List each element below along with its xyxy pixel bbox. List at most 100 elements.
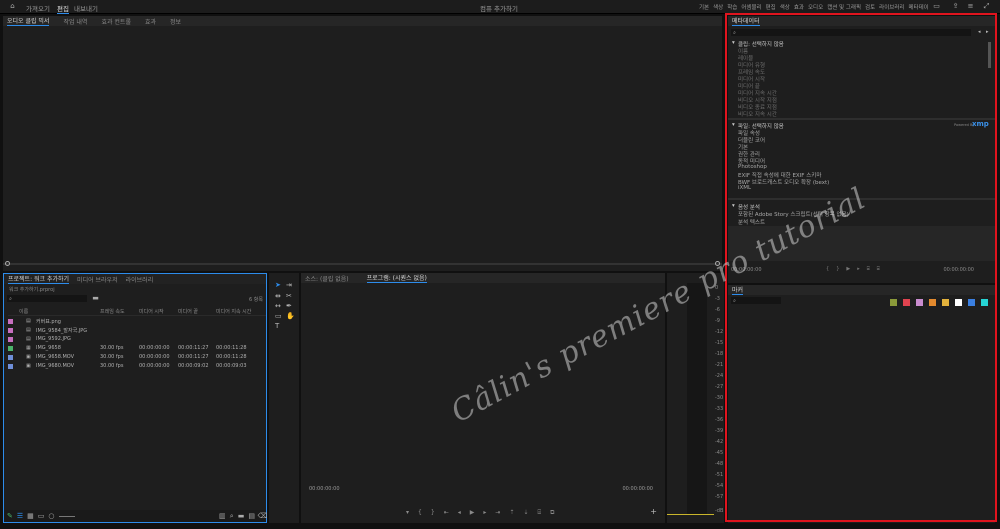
freeform-view-icon[interactable]: ▭ — [38, 512, 45, 520]
button-editor-icon[interactable]: + — [650, 507, 657, 516]
step-forward-icon[interactable]: ▸ — [483, 509, 486, 517]
tab-info[interactable]: 정보 — [170, 17, 181, 26]
col-name[interactable]: 이름 — [19, 308, 28, 315]
hand-tool-icon[interactable]: ✋ — [286, 312, 295, 320]
export-frame-icon[interactable]: ⌸ — [537, 509, 541, 517]
clip-section-toggle[interactable]: ▾ — [732, 40, 735, 46]
zoom-slider[interactable] — [58, 515, 75, 517]
menu-icon[interactable]: ≡ — [967, 3, 974, 10]
mark-out-icon[interactable]: } — [431, 509, 435, 517]
marker-color-swatch[interactable] — [981, 299, 988, 306]
table-row[interactable]: ▣ IMG_9680.MOV 30.00 fps 00:00:00:00 00:… — [8, 362, 270, 371]
marker-search-input[interactable]: ⌕ — [731, 297, 781, 304]
workspace-tab[interactable]: 기본 — [699, 3, 709, 11]
mark-in-icon[interactable]: { — [418, 509, 422, 517]
marker-color-swatch[interactable] — [929, 299, 936, 306]
track-select-icon[interactable]: ⇥ — [286, 281, 292, 289]
col-media-start[interactable]: 미디어 시작 — [139, 308, 164, 315]
type-tool-icon[interactable]: T — [275, 322, 279, 330]
workspace-tab[interactable]: 효과 — [794, 3, 804, 11]
new-bin-icon[interactable]: ▬ — [92, 295, 99, 302]
project-search-input[interactable]: ⌕ — [7, 295, 87, 302]
col-media-end[interactable]: 미디어 끝 — [178, 308, 198, 315]
clear-icon[interactable]: ⌫ — [258, 512, 268, 520]
pencil-icon[interactable]: ✎ — [7, 512, 13, 520]
table-row[interactable]: ▣ IMG_9658.MOV 30.00 fps 00:00:00:00 00:… — [8, 353, 270, 362]
zoom-out-icon[interactable]: ○ — [48, 512, 54, 520]
workspace-tab[interactable]: 검토 — [865, 3, 875, 11]
ripple-edit-icon[interactable]: ⇹ — [275, 292, 281, 300]
razor-icon[interactable]: ✂ — [286, 292, 292, 300]
marker-color-swatch[interactable] — [916, 299, 923, 306]
tab-source[interactable]: 소스: (클립 없음) — [305, 274, 349, 283]
label-swatch[interactable] — [8, 319, 13, 324]
workspace-tab[interactable]: 오디오 — [808, 3, 823, 11]
find-icon[interactable]: ⌕ — [230, 512, 234, 520]
tab-metadata[interactable]: 메타데이터 — [732, 16, 760, 26]
marker-color-swatch[interactable] — [942, 299, 949, 306]
share-icon[interactable]: ⇪ — [952, 3, 959, 10]
prev-arrow-icon[interactable]: ◂ — [978, 29, 981, 35]
add-marker-icon[interactable]: ▾ — [406, 509, 409, 517]
tab-effects[interactable]: 효과 — [145, 17, 156, 26]
label-swatch[interactable] — [8, 328, 13, 333]
automate-icon[interactable]: ▥ — [219, 512, 226, 520]
tab-markers[interactable]: 마커 — [732, 285, 744, 295]
source-scrollbar[interactable] — [3, 263, 722, 265]
selection-tool-icon[interactable]: ➤ — [275, 281, 281, 289]
icon-view-icon[interactable]: ▦ — [27, 512, 34, 520]
table-row[interactable]: ▤ IMG_9592.JPG — [8, 335, 270, 344]
go-to-out-icon[interactable]: ⇥ — [495, 509, 500, 517]
list-view-icon[interactable]: ☰ — [17, 512, 23, 520]
next-arrow-icon[interactable]: ▸ — [986, 29, 989, 35]
workspace-tab[interactable]: 라이브러리 — [879, 3, 904, 11]
metadata-search-input[interactable]: ⌕ — [731, 29, 971, 36]
label-swatch[interactable] — [8, 355, 13, 360]
panel-toggle-icon[interactable]: ▭ — [933, 3, 940, 10]
file-section-toggle[interactable]: ▾ — [732, 122, 735, 128]
tab-program[interactable]: 프로그램: (시퀀스 없음) — [366, 273, 427, 283]
comparison-view-icon[interactable]: ⧉ — [550, 509, 554, 517]
marker-color-swatch[interactable] — [968, 299, 975, 306]
col-fps[interactable]: 프레임 속도 — [100, 308, 125, 315]
tab-audio-clip-mixer[interactable]: 오디오 클립 믹서 — [7, 16, 50, 26]
workspace-tab[interactable]: 캡션 및 그래픽 — [827, 3, 861, 11]
file-field[interactable]: iXML — [738, 185, 751, 191]
workspace-tab[interactable]: 색상 — [780, 3, 790, 11]
program-timecode-left[interactable]: 00:00:00:00 — [309, 486, 340, 492]
speech-section-toggle[interactable]: ▾ — [732, 203, 735, 209]
marker-color-swatch[interactable] — [955, 299, 962, 306]
workspace-tab[interactable]: 메타데이 — [908, 3, 928, 11]
speech-field[interactable]: 분석 텍스트 — [738, 218, 765, 226]
workspace-tab[interactable]: 색상 — [713, 3, 723, 11]
play-icon[interactable]: ▶ — [846, 266, 850, 272]
file-field[interactable]: Photoshop — [738, 164, 767, 170]
workspace-tab[interactable]: 학습 — [727, 3, 737, 11]
workspace-tab[interactable]: 편집 — [766, 3, 776, 11]
table-row[interactable]: ▤ 커버표.png — [8, 317, 270, 326]
table-row[interactable]: ▤ IMG_9584_발자국.JPG — [8, 326, 270, 335]
tab-effect-controls[interactable]: 효과 컨트롤 — [101, 17, 131, 26]
overwrite-icon[interactable]: ⌸ — [877, 266, 880, 272]
fullscreen-icon[interactable]: ⤢ — [983, 3, 990, 10]
home-icon[interactable]: ⌂ — [9, 3, 16, 10]
mark-out-icon[interactable]: } — [836, 266, 839, 272]
file-field[interactable]: BWF 브로드캐스트 오디오 확장 (bext) — [738, 178, 829, 186]
play-icon[interactable]: ▶ — [470, 509, 475, 517]
tab-libraries[interactable]: 라이브러리 — [126, 275, 154, 284]
col-media-duration[interactable]: 미디어 지속 시간 — [216, 308, 251, 315]
lift-icon[interactable]: ⇡ — [509, 509, 514, 517]
rectangle-tool-icon[interactable]: ▭ — [275, 312, 282, 320]
metadata-scrollbar[interactable] — [988, 42, 991, 68]
label-swatch[interactable] — [8, 364, 13, 369]
workspace-edit[interactable]: 편집 — [57, 3, 69, 14]
tab-media-browser[interactable]: 미디어 브라우저 — [77, 275, 118, 284]
step-back-icon[interactable]: ◂ — [458, 509, 461, 517]
insert-icon[interactable]: ⌸ — [867, 266, 870, 272]
tab-history[interactable]: 작업 내역 — [63, 17, 87, 26]
pen-tool-icon[interactable]: ✒ — [286, 302, 292, 310]
table-row[interactable]: ▦ IMG_9658 30.00 fps 00:00:00:00 00:00:1… — [8, 344, 270, 353]
tab-project[interactable]: 프로젝트: 워크 추가하기 — [8, 274, 70, 284]
extract-icon[interactable]: ⇣ — [523, 509, 528, 517]
mark-in-icon[interactable]: { — [826, 266, 829, 272]
